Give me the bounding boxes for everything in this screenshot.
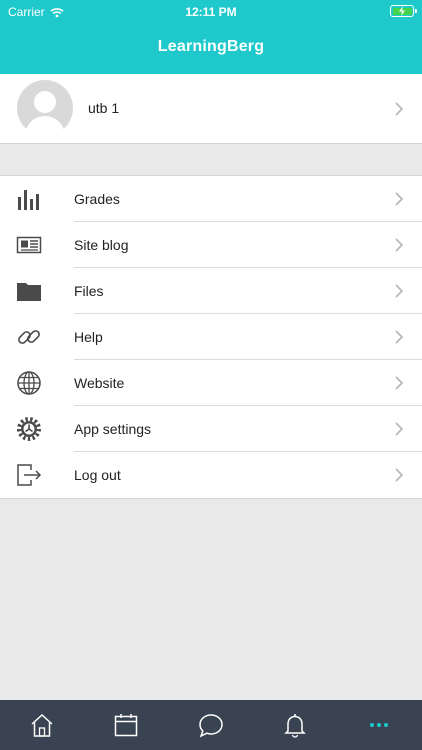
menu-item-help[interactable]: Help — [0, 314, 422, 360]
newspaper-icon — [16, 236, 42, 254]
status-bar: Carrier 12:11 PM — [0, 0, 422, 24]
menu-item-site-blog[interactable]: Site blog — [0, 222, 422, 268]
menu-item-label: Files — [74, 283, 104, 299]
battery-icon — [390, 5, 417, 17]
chevron-right-icon — [395, 192, 404, 206]
home-icon[interactable] — [29, 712, 55, 738]
menu-item-label: Log out — [74, 467, 121, 483]
folder-icon — [17, 283, 41, 301]
menu-item-label: Help — [74, 329, 103, 345]
messages-icon[interactable] — [198, 712, 224, 738]
menu-item-label: App settings — [74, 421, 152, 437]
logout-icon — [17, 464, 42, 486]
more-icon[interactable] — [366, 712, 392, 738]
gear-icon — [17, 417, 41, 441]
menu-item-label: Grades — [74, 191, 120, 207]
avatar-body — [25, 116, 65, 136]
calendar-icon[interactable] — [113, 712, 139, 738]
menu-item-files[interactable]: Files — [0, 268, 422, 314]
bar-chart-icon — [18, 190, 39, 210]
menu-item-website[interactable]: Website — [0, 360, 422, 406]
avatar — [17, 80, 73, 136]
link-icon — [18, 330, 40, 344]
bolt-icon — [399, 6, 405, 16]
menu-item-grades[interactable]: Grades — [0, 176, 422, 222]
notifications-icon[interactable] — [282, 712, 308, 738]
menu-item-app-settings[interactable]: App settings — [0, 406, 422, 452]
clock: 12:11 PM — [185, 5, 237, 19]
profile-row[interactable]: utb 1 — [0, 74, 422, 144]
menu-item-log-out[interactable]: Log out — [0, 452, 422, 498]
bottom-tab-bar — [0, 700, 422, 750]
main-menu: Grades Site blog Files Help Website App … — [0, 175, 422, 499]
chevron-right-icon — [395, 284, 404, 298]
chevron-right-icon — [395, 102, 404, 116]
chevron-right-icon — [395, 376, 404, 390]
profile-name: utb 1 — [88, 100, 120, 116]
chevron-right-icon — [395, 422, 404, 436]
globe-icon — [17, 371, 41, 395]
menu-item-label: Site blog — [74, 237, 129, 253]
avatar-head — [34, 91, 56, 113]
menu-item-label: Website — [74, 375, 125, 391]
chevron-right-icon — [395, 468, 404, 482]
chevron-right-icon — [395, 238, 404, 252]
chevron-right-icon — [395, 330, 404, 344]
app-header: Carrier 12:11 PM LearningBerg — [0, 0, 422, 74]
page-title: LearningBerg — [157, 38, 265, 55]
